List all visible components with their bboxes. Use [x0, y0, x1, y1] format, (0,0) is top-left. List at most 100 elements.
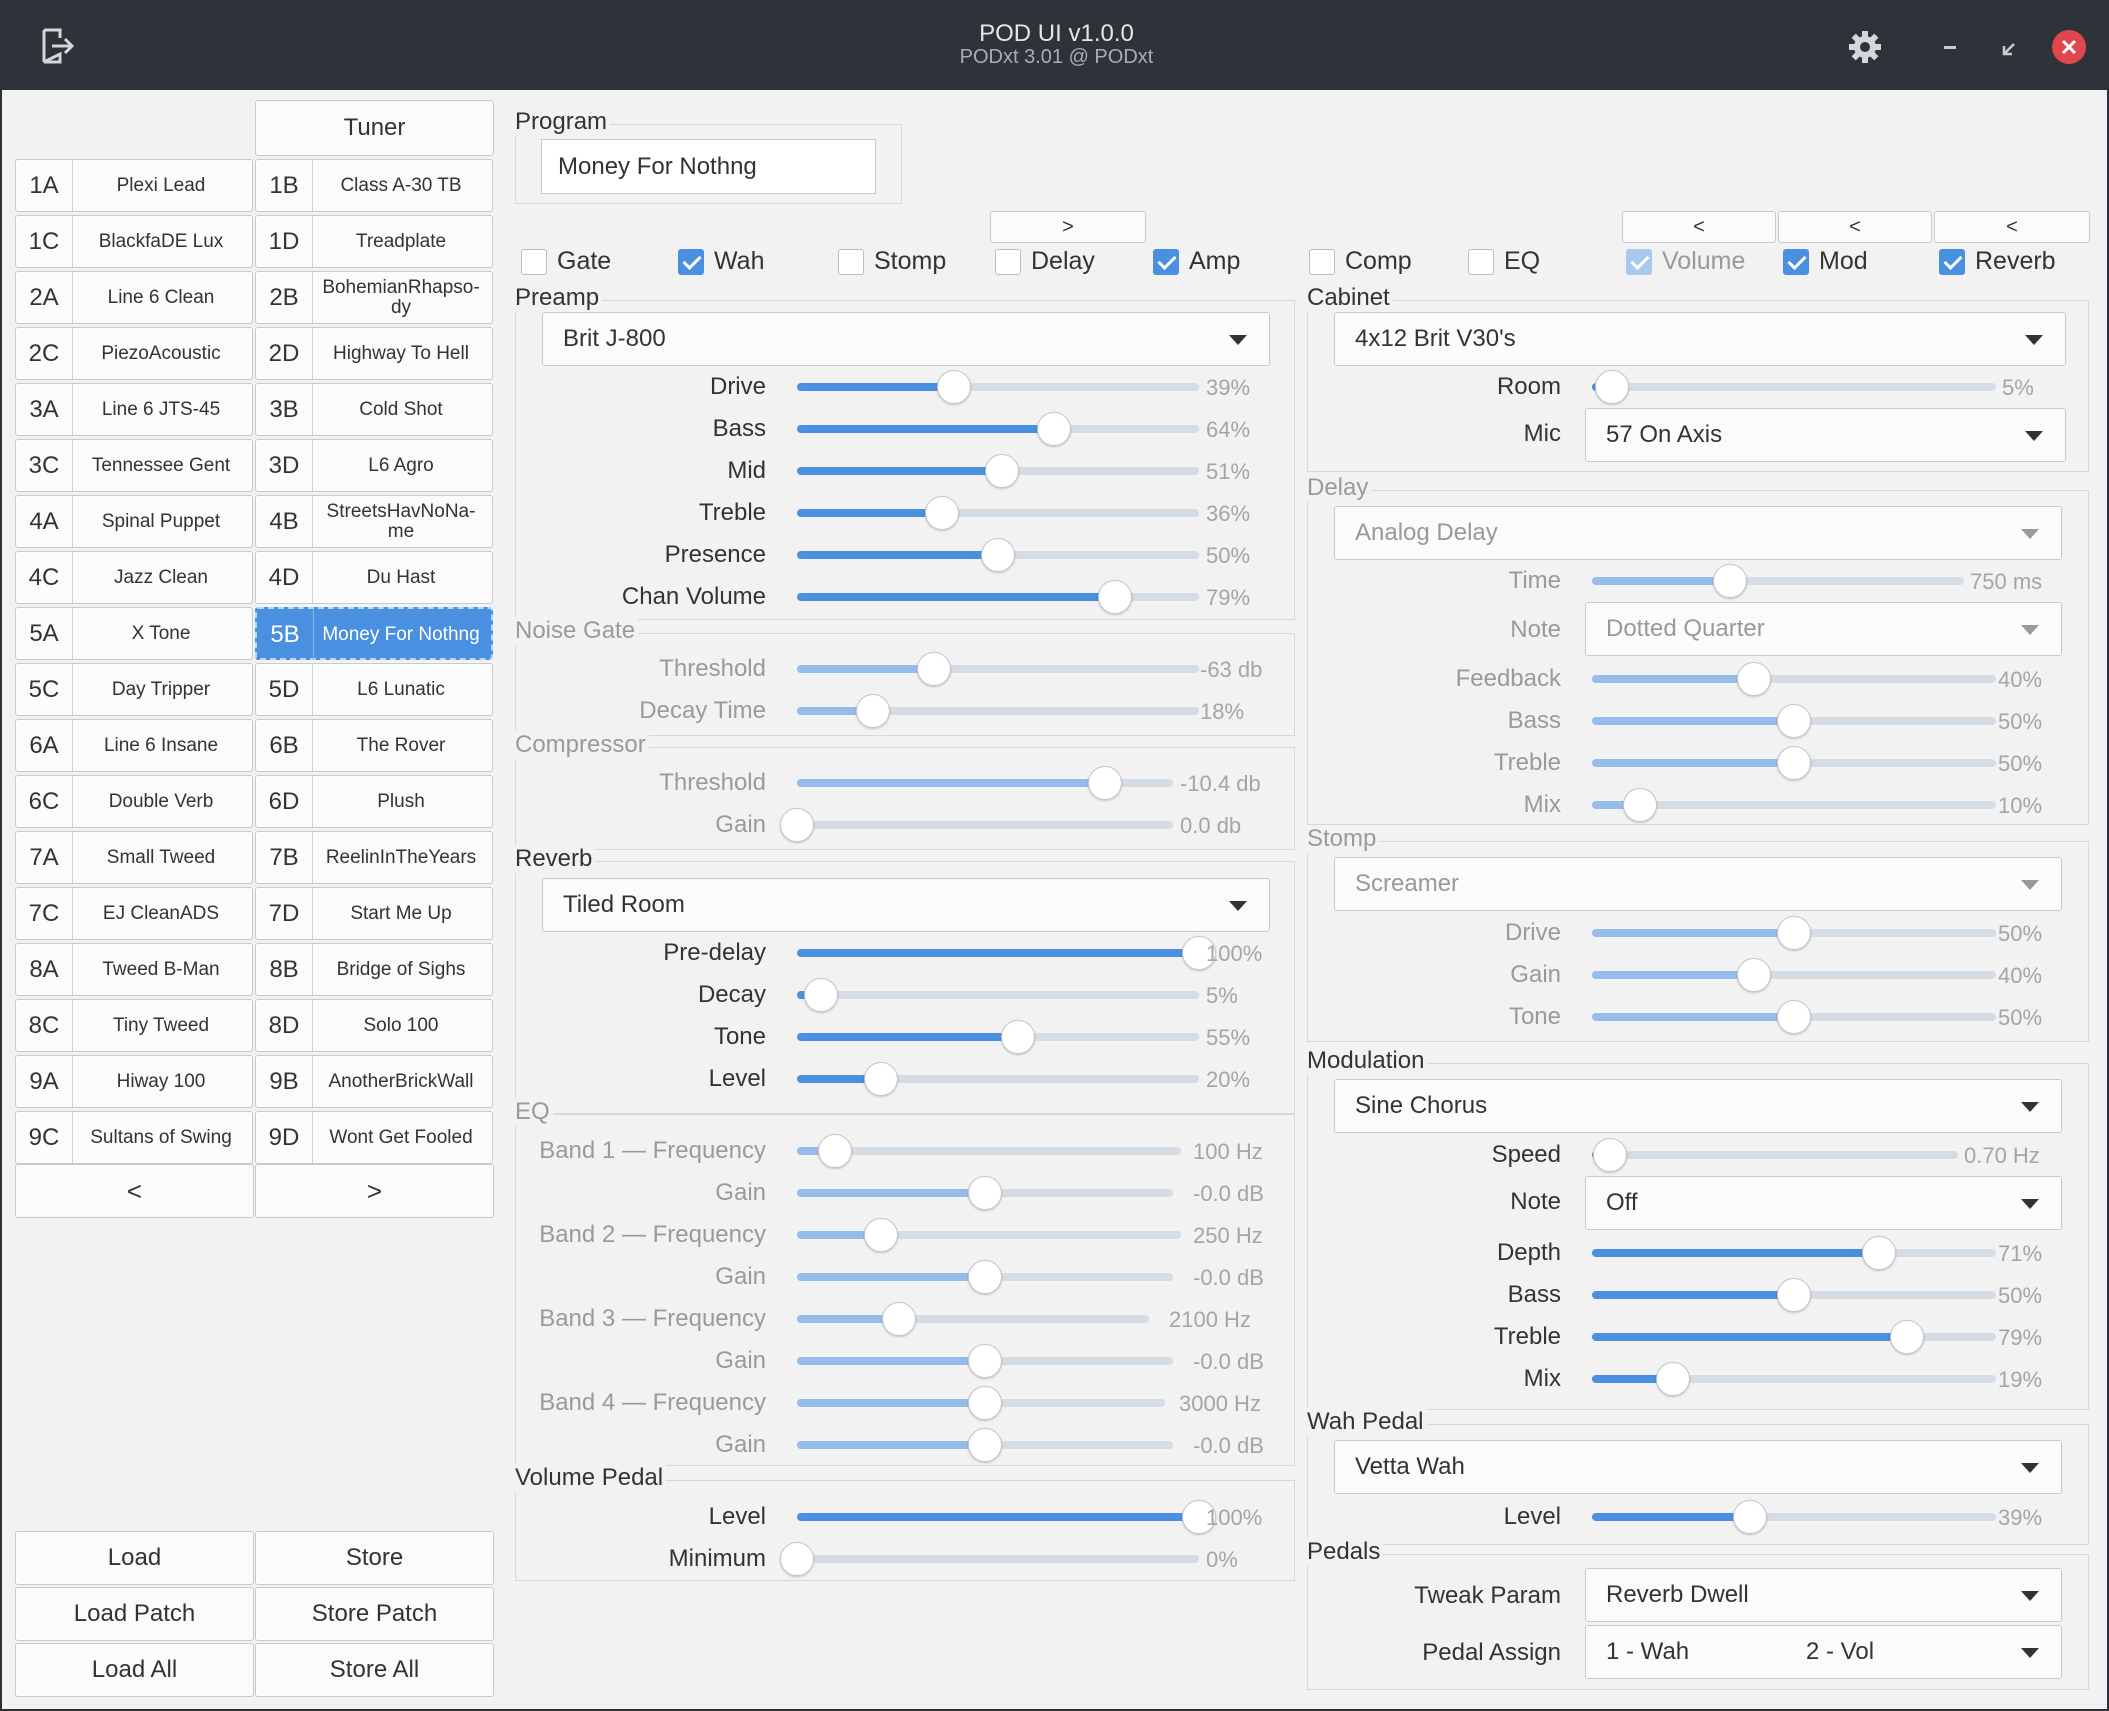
band-2-frequency-slider[interactable] [797, 1218, 1181, 1252]
patch-button-4c[interactable]: 4C Jazz Clean [15, 551, 253, 604]
room-slider-handle[interactable] [1595, 370, 1630, 404]
move-left-button-volume[interactable]: < [1622, 211, 1776, 243]
patch-button-7c[interactable]: 7C EJ CleanADS [15, 887, 253, 940]
modulation-note-select[interactable]: Off [1585, 1176, 2062, 1230]
patch-button-1a[interactable]: 1A Plexi Lead [15, 159, 253, 212]
prev-bank-button[interactable]: < [15, 1164, 254, 1218]
presence-slider-handle[interactable] [981, 538, 1015, 572]
modulation-model-select[interactable]: Sine Chorus [1334, 1079, 2062, 1133]
drive-slider-handle[interactable] [1777, 916, 1811, 950]
patch-button-1b[interactable]: 1B Class A-30 TB [255, 159, 493, 212]
patch-button-9c[interactable]: 9C Sultans of Swing [15, 1111, 253, 1164]
mix-slider[interactable] [1592, 1362, 1996, 1396]
bass-slider-handle[interactable] [1777, 704, 1811, 738]
patch-button-8d[interactable]: 8D Solo 100 [255, 999, 493, 1052]
gain-slider[interactable] [797, 1428, 1173, 1462]
gain-slider-handle[interactable] [968, 1260, 1002, 1294]
patch-button-8b[interactable]: 8B Bridge of Sighs [255, 943, 493, 996]
treble-slider[interactable] [1592, 746, 1996, 780]
patch-button-6c[interactable]: 6C Double Verb [15, 775, 253, 828]
bass-slider[interactable] [1592, 704, 1996, 738]
cabinet-model-select[interactable]: 4x12 Brit V30's [1334, 312, 2066, 366]
band-3-frequency-slider[interactable] [797, 1302, 1149, 1336]
delay-model-select[interactable]: Analog Delay [1334, 506, 2062, 560]
move-left-button-reverb[interactable]: < [1934, 211, 2090, 243]
level-slider-handle[interactable] [1732, 1500, 1767, 1534]
checkbox-icon[interactable] [1939, 248, 1965, 275]
store-button[interactable]: Store [255, 1531, 494, 1585]
preamp-model-select[interactable]: Brit J-800 [542, 312, 1270, 366]
treble-slider-handle[interactable] [1777, 746, 1811, 780]
toggle-delay[interactable]: Delay [995, 247, 1095, 276]
tone-slider[interactable] [1592, 1000, 1996, 1034]
next-bank-button[interactable]: > [255, 1164, 494, 1218]
patch-button-2c[interactable]: 2C PiezoAcoustic [15, 327, 253, 380]
patch-button-9b[interactable]: 9B AnotherBrickWall [255, 1055, 493, 1108]
tweak-param-select[interactable]: Reverb Dwell [1585, 1568, 2062, 1622]
chan-volume-slider[interactable] [797, 580, 1199, 614]
delay-note-select[interactable]: Dotted Quarter [1585, 602, 2062, 656]
toggle-wah[interactable]: Wah [678, 247, 764, 276]
minimum-slider[interactable] [780, 1542, 1199, 1576]
band-3-frequency-slider-handle[interactable] [882, 1302, 917, 1336]
minimize-icon[interactable] [1938, 30, 1962, 64]
gear-icon[interactable] [1848, 30, 1882, 64]
toggle-eq[interactable]: EQ [1468, 247, 1540, 276]
mic-select[interactable]: 57 On Axis [1585, 408, 2066, 462]
pedal-assign-select[interactable]: 1 - Wah 2 - Vol [1585, 1625, 2062, 1679]
tone-slider-handle[interactable] [1001, 1020, 1036, 1054]
patch-button-2a[interactable]: 2A Line 6 Clean [15, 271, 253, 324]
mid-slider-handle[interactable] [985, 454, 1020, 488]
patch-button-5a[interactable]: 5A X Tone [15, 607, 253, 660]
tone-slider[interactable] [797, 1020, 1199, 1054]
pre-delay-slider[interactable] [797, 936, 1216, 970]
treble-slider-handle[interactable] [924, 496, 959, 530]
treble-slider[interactable] [797, 496, 1199, 530]
threshold-slider[interactable] [797, 652, 1199, 686]
toggle-mod[interactable]: Mod [1783, 247, 1868, 276]
threshold-slider[interactable] [797, 766, 1173, 800]
time-slider-handle[interactable] [1712, 564, 1747, 598]
drive-slider[interactable] [797, 370, 1199, 404]
checkbox-icon[interactable] [678, 248, 704, 275]
time-slider[interactable] [1592, 564, 1964, 598]
store-all-button[interactable]: Store All [255, 1643, 494, 1697]
gain-slider-handle[interactable] [968, 1176, 1002, 1210]
speed-slider[interactable] [1592, 1138, 1958, 1172]
decay-slider[interactable] [797, 978, 1199, 1012]
checkbox-icon[interactable] [1309, 248, 1335, 275]
mix-slider-handle[interactable] [1655, 1362, 1690, 1396]
room-slider[interactable] [1592, 370, 1996, 404]
load-all-button[interactable]: Load All [15, 1643, 254, 1697]
patch-button-6b[interactable]: 6B The Rover [255, 719, 493, 772]
level-slider[interactable] [1592, 1500, 1996, 1534]
bass-slider[interactable] [797, 412, 1199, 446]
checkbox-icon[interactable] [1153, 248, 1179, 275]
gain-slider[interactable] [797, 1344, 1173, 1378]
patch-button-8a[interactable]: 8A Tweed B-Man [15, 943, 253, 996]
patch-button-3d[interactable]: 3D L6 Agro [255, 439, 493, 492]
toggle-gate[interactable]: Gate [521, 247, 611, 276]
checkbox-icon[interactable] [1468, 248, 1494, 275]
patch-button-3a[interactable]: 3A Line 6 JTS-45 [15, 383, 253, 436]
patch-button-9a[interactable]: 9A Hiway 100 [15, 1055, 253, 1108]
drive-slider-handle[interactable] [936, 370, 971, 404]
patch-button-8c[interactable]: 8C Tiny Tweed [15, 999, 253, 1052]
checkbox-icon[interactable] [838, 248, 864, 275]
bass-slider[interactable] [1592, 1278, 1996, 1312]
patch-button-7d[interactable]: 7D Start Me Up [255, 887, 493, 940]
checkbox-icon[interactable] [1783, 248, 1809, 275]
reverb-model-select[interactable]: Tiled Room [542, 878, 1270, 932]
feedback-slider-handle[interactable] [1736, 662, 1771, 696]
gain-slider-handle[interactable] [968, 1428, 1002, 1462]
decay-slider-handle[interactable] [804, 978, 839, 1012]
patch-button-3b[interactable]: 3B Cold Shot [255, 383, 493, 436]
toggle-reverb[interactable]: Reverb [1939, 247, 2056, 276]
gain-slider[interactable] [1592, 958, 1996, 992]
drive-slider[interactable] [1592, 916, 1996, 950]
feedback-slider[interactable] [1592, 662, 1996, 696]
patch-button-6d[interactable]: 6D Plush [255, 775, 493, 828]
wah-model-select[interactable]: Vetta Wah [1334, 1440, 2062, 1494]
load-button[interactable]: Load [15, 1531, 254, 1585]
gain-slider[interactable] [797, 1260, 1173, 1294]
